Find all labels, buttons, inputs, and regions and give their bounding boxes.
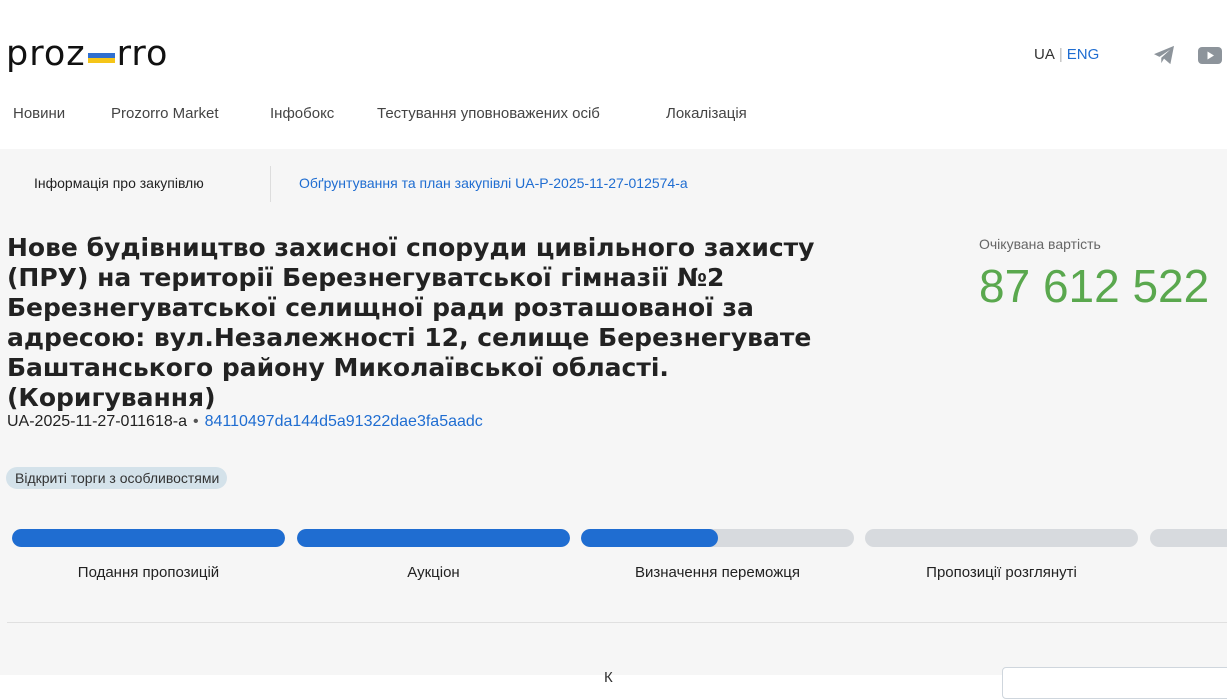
logo-text-left: proz [6, 34, 86, 74]
youtube-icon[interactable] [1198, 47, 1222, 64]
language-switcher: UA | ENG [1034, 46, 1099, 63]
lang-separator: | [1058, 46, 1063, 63]
expected-value-label: Очікувана вартість [979, 236, 1101, 252]
prozorro-logo[interactable]: proz rro [6, 26, 168, 72]
tender-title: Нове будівництво захисної споруди цивіль… [7, 233, 815, 412]
nav-item-testing[interactable]: Тестування уповноважених осіб [377, 105, 600, 122]
step-fill [297, 529, 570, 547]
section-divider [7, 622, 1227, 623]
step-label-auction: Аукціон [407, 564, 460, 581]
step-bar-submission [12, 529, 285, 547]
tender-identifiers: UA-2025-11-27-011618-a • 84110497da144d5a9… [7, 413, 483, 431]
nav-item-news[interactable]: Новини [13, 105, 65, 122]
main-nav: Новини Prozorro Market Інфобокс Тестуван… [0, 92, 1227, 140]
step-label-winner: Визначення переможця [635, 564, 800, 581]
lang-eng[interactable]: ENG [1067, 46, 1100, 63]
nav-item-infobox[interactable]: Інфобокс [270, 105, 334, 122]
tender-hash-link[interactable]: 84110497da144d5a91322dae3fa5aadc [205, 413, 483, 430]
telegram-icon[interactable] [1153, 45, 1175, 65]
bottom-section-text: К [604, 669, 613, 686]
step-label-submission: Подання пропозицій [77, 564, 220, 581]
step-label-reviewed: Пропозиції розглянуті [926, 564, 1077, 581]
tender-id: UA-2025-11-27-011618-a [7, 413, 187, 430]
step-bar-winner [581, 529, 854, 547]
bottom-input-field[interactable] [1002, 667, 1227, 699]
nav-item-localization[interactable]: Локалізація [666, 105, 747, 122]
procedure-badge: Відкриті торги з особливостями [6, 467, 228, 489]
tab-plan-link[interactable]: Обґрунтування та план закупівлі UA-P-202… [299, 175, 688, 191]
id-separator: • [192, 413, 199, 430]
step-bar-reviewed [865, 529, 1138, 547]
tab-divider [270, 166, 271, 202]
tender-page: Інформація про закупівлю Обґрунтування т… [0, 149, 1227, 699]
ukraine-flag-icon [87, 53, 115, 63]
site-header: proz rro UA | ENG [0, 0, 1227, 90]
step-fill [12, 529, 285, 547]
step-bar-next [1150, 529, 1227, 547]
tab-procurement-info[interactable]: Інформація про закупівлю [34, 175, 204, 191]
logo-text-right: rro [116, 34, 169, 74]
step-fill [581, 529, 718, 547]
lang-ua[interactable]: UA [1034, 46, 1055, 63]
step-bar-auction [297, 529, 570, 547]
expected-value-amount: 87 612 522 [979, 260, 1210, 312]
nav-item-prozorro-market[interactable]: Prozorro Market [111, 105, 219, 122]
